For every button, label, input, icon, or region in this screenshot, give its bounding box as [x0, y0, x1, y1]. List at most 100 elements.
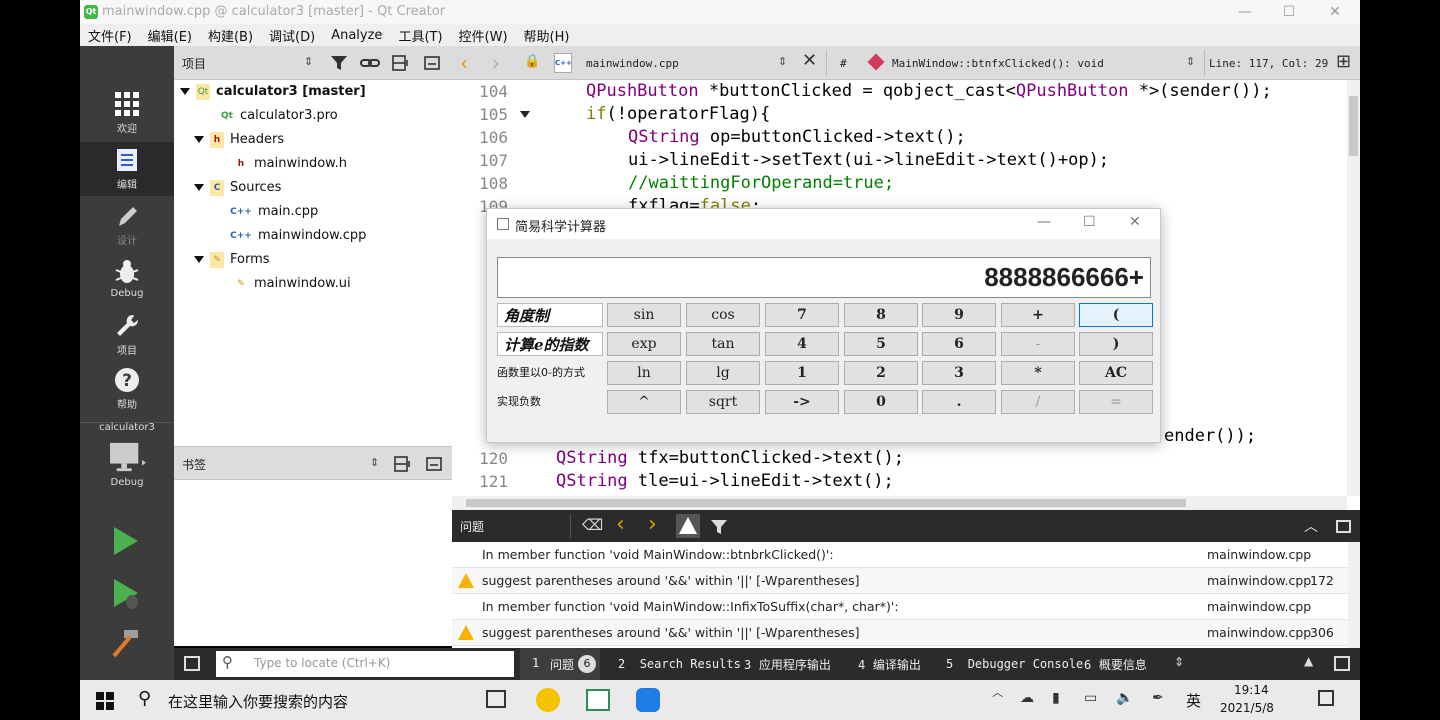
btn-sin[interactable]: sin: [607, 303, 681, 327]
tab-app-output[interactable]: 3 应用程序输出: [744, 656, 831, 673]
back-arrow-icon[interactable]: ‹: [460, 51, 468, 75]
tree-item-sources[interactable]: C Sources: [194, 176, 281, 200]
btn-8[interactable]: 8: [844, 303, 918, 327]
next-issue-icon[interactable]: ›: [648, 512, 657, 537]
issue-row[interactable]: suggest parentheses around '&&' within '…: [452, 620, 1348, 646]
maximize-button[interactable]: ☐: [1266, 2, 1312, 22]
btn-right-paren[interactable]: ): [1079, 332, 1153, 356]
notifications-icon[interactable]: [1318, 690, 1334, 706]
btn-0[interactable]: 0: [844, 390, 918, 414]
app-meeting-icon[interactable]: [636, 688, 660, 712]
file-select-arrows-icon[interactable]: ⇕: [778, 55, 787, 68]
split-icon[interactable]: [392, 55, 410, 71]
menu-edit[interactable]: 编辑(E): [148, 26, 192, 45]
btn-tan[interactable]: tan: [686, 332, 760, 356]
task-view-icon[interactable]: [486, 690, 506, 708]
locator-field[interactable]: ⚲ Type to locate (Ctrl+K): [216, 651, 514, 677]
btn-1[interactable]: 1: [765, 361, 839, 385]
mode-debug[interactable]: Debug: [80, 254, 174, 308]
minimize-button[interactable]: —: [1222, 2, 1268, 22]
ime-indicator[interactable]: 英: [1186, 690, 1201, 711]
btn-dot[interactable]: .: [922, 390, 996, 414]
horizontal-scrollbar[interactable]: [452, 496, 1347, 510]
btn-power[interactable]: ^: [607, 390, 681, 414]
expand-arrow-icon[interactable]: [180, 88, 190, 95]
tree-item-mainwindow-cpp[interactable]: C++ mainwindow.cpp: [230, 224, 366, 248]
function-select-arrows-icon[interactable]: ⇕: [1186, 55, 1195, 68]
debug-run-icon[interactable]: [112, 578, 142, 610]
btn-7[interactable]: 7: [765, 303, 839, 327]
tree-item-pro[interactable]: Qt calculator3.pro: [220, 104, 338, 128]
btn-divide[interactable]: /: [1001, 390, 1075, 414]
btn-left-paren[interactable]: (: [1079, 303, 1153, 327]
windows-start-icon[interactable]: [96, 692, 114, 710]
btn-sqrt[interactable]: sqrt: [686, 390, 760, 414]
mode-welcome[interactable]: 欢迎: [80, 86, 174, 140]
clean-icon[interactable]: ⌫: [582, 516, 603, 534]
split-icon[interactable]: [394, 456, 412, 472]
btn-equals[interactable]: =: [1079, 390, 1153, 414]
issue-row[interactable]: In member function 'void MainWindow::Inf…: [452, 594, 1348, 620]
btn-4[interactable]: 4: [765, 332, 839, 356]
close-pane-icon[interactable]: [1336, 520, 1351, 533]
issues-scrollbar[interactable]: [1348, 542, 1360, 648]
panel-select-arrows-icon[interactable]: ⇕: [304, 55, 313, 68]
toggle-sidebar-icon[interactable]: [184, 656, 200, 671]
menu-help[interactable]: 帮助(H): [524, 26, 570, 45]
tree-item-forms[interactable]: ✎ Forms: [194, 248, 270, 272]
menu-file[interactable]: 文件(F): [88, 26, 132, 45]
scrollbar-thumb[interactable]: [1349, 96, 1358, 156]
tray-expand-icon[interactable]: ︿: [992, 684, 1003, 700]
tab-search-results[interactable]: 2 Search Results: [618, 657, 741, 671]
btn-3[interactable]: 3: [922, 361, 996, 385]
menu-analyze[interactable]: Analyze: [331, 28, 382, 43]
pen-icon[interactable]: ✒: [1152, 690, 1164, 706]
taskbar-time[interactable]: 19:14: [1234, 683, 1269, 697]
close-button[interactable]: ✕: [1312, 2, 1358, 22]
app-music-icon[interactable]: [536, 688, 560, 712]
network-icon[interactable]: ▭: [1084, 690, 1097, 706]
issue-row[interactable]: In member function 'void MainWindow::btn…: [452, 542, 1348, 568]
link-icon[interactable]: [360, 55, 380, 71]
fold-arrow-icon[interactable]: [520, 111, 530, 118]
editor-file-name[interactable]: mainwindow.cpp: [586, 57, 679, 70]
scrollbar-thumb[interactable]: [466, 499, 1186, 507]
btn-6[interactable]: 6: [922, 332, 996, 356]
btn-2[interactable]: 2: [844, 361, 918, 385]
more-tabs-arrows-icon[interactable]: ⇕: [1174, 655, 1184, 669]
volume-icon[interactable]: 🔈: [1116, 690, 1133, 706]
target-selector[interactable]: calculator3 Debug: [80, 422, 174, 488]
close-document-icon[interactable]: ✕: [802, 50, 817, 71]
panel-select-arrows-icon[interactable]: ⇕: [370, 456, 379, 469]
taskbar-search-box[interactable]: 在这里输入你要搜索的内容: [168, 691, 348, 712]
warning-filter-toggle[interactable]: [676, 514, 700, 538]
tab-compile-output[interactable]: 4 编译输出: [858, 656, 921, 673]
battery-icon[interactable]: ▮: [1052, 690, 1060, 706]
btn-multiply[interactable]: *: [1001, 361, 1075, 385]
toggle-right-sidebar-icon[interactable]: [1334, 656, 1350, 671]
tab-issues[interactable]: 1 问题 6: [520, 648, 600, 680]
tree-item-headers[interactable]: h Headers: [194, 128, 284, 152]
issue-row[interactable]: suggest parentheses around '&&' within '…: [452, 568, 1348, 594]
expand-arrow-icon[interactable]: [194, 136, 204, 143]
mode-projects[interactable]: 项目: [80, 308, 174, 362]
menu-build[interactable]: 构建(B): [208, 26, 253, 45]
tray-icon[interactable]: ☁: [1020, 690, 1034, 706]
mode-design[interactable]: 设计: [80, 198, 174, 252]
menu-debug[interactable]: 调试(D): [269, 26, 315, 45]
build-hammer-icon[interactable]: [110, 628, 142, 658]
close-panel-icon[interactable]: [424, 56, 440, 70]
tree-item-header-file[interactable]: h mainwindow.h: [234, 152, 347, 176]
tree-item-main-cpp[interactable]: C++ main.cpp: [230, 200, 318, 224]
calculator-minimize-button[interactable]: —: [1037, 214, 1051, 230]
vertical-scrollbar[interactable]: [1347, 80, 1360, 496]
expand-panel-icon[interactable]: ▲: [1304, 654, 1313, 668]
tab-debugger-console[interactable]: 5 Debugger Console: [946, 657, 1083, 671]
run-icon[interactable]: [112, 526, 140, 556]
calculator-close-button[interactable]: ✕: [1129, 214, 1141, 230]
calculator-maximize-button[interactable]: ☐: [1083, 214, 1096, 230]
btn-5[interactable]: 5: [844, 332, 918, 356]
expand-arrow-icon[interactable]: [194, 184, 204, 191]
btn-ln[interactable]: ln: [607, 361, 681, 385]
expand-arrow-icon[interactable]: [194, 256, 204, 263]
